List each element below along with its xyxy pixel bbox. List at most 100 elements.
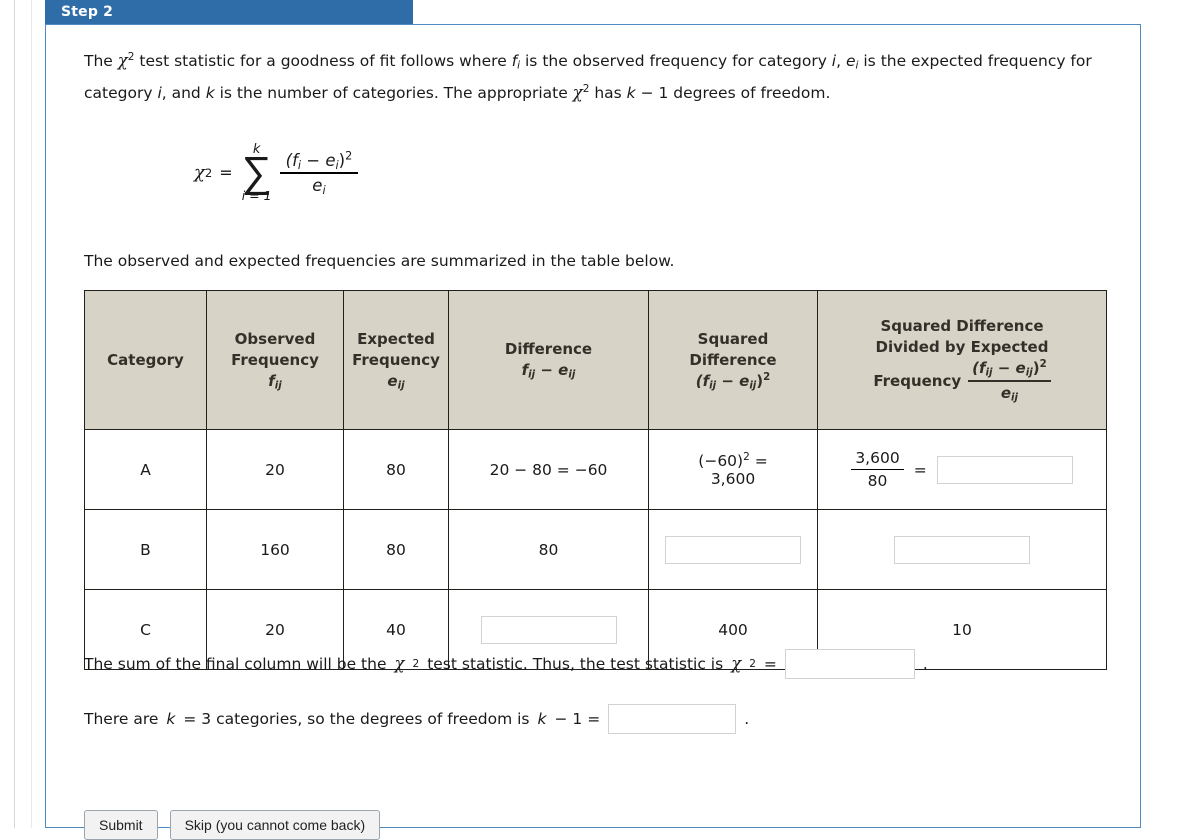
cell-squared-b [648,509,818,590]
cell-squared-a-line2: 3,600 [710,469,756,488]
sum-chi-2: χ [731,653,742,673]
input-test-statistic[interactable] [784,648,915,679]
input-degrees-of-freedom[interactable] [608,703,737,734]
header-expected-line1: Expected [357,329,435,348]
header-squared-line1: Squared [697,329,769,348]
page-left-rule-secondary [31,0,32,828]
header-observed-frequency: Observed Frequency fij [206,290,344,430]
formula-fraction: (fi − ei)2 ei [279,151,359,196]
intro-text-7: is the number of categories. The appropr… [214,84,573,102]
intro-text-4: , [836,52,846,70]
sum-text-3: = [763,654,777,673]
den-e: e [312,175,323,195]
formula-equals: = [219,163,233,183]
header-sqdiv-num-close: ) [1032,359,1040,378]
cell-squared-a-base: (−60) [698,451,744,470]
formula-numerator: (fi − ei)2 [280,151,359,172]
df-text-2: = 3 categories, so the degrees of freedo… [183,709,530,728]
header-observed-symbol-sub: ij [274,380,282,392]
chi-symbol-1: χ [117,51,128,70]
cell-expected-b: 80 [343,509,449,590]
header-difference-symbol: fij − eij [455,360,642,381]
step-content-panel: The χ 2 test statistic for a goodness of … [45,24,1141,840]
intro-text-6: , and [161,84,206,102]
cell-difference-b: 80 [448,509,649,590]
header-sqdiv-den-sub: ij [1011,392,1018,404]
header-observed-line1: Observed [234,329,316,348]
intro-text-2: test statistic for a goodness of fit fol… [134,52,512,70]
intro-paragraph: The χ2 test statistic for a goodness of … [84,45,1106,109]
header-category-label: Category [107,350,184,369]
header-sqdiv-num-op: − [992,359,1016,378]
header-difference-e-sub: ij [568,369,576,381]
sum-chi-1: χ [394,653,405,673]
input-sqdiv-a[interactable] [936,455,1073,484]
num-minus: − [301,151,326,171]
step-banner: Step 2 [45,0,413,24]
header-difference-op: − [535,361,559,379]
cell-sqdiv-a-fraction: 3,600 80 [851,448,904,490]
header-squared-over-expected: Squared Difference Divided by Expected F… [817,290,1107,430]
df-period: . [744,709,750,728]
input-sqdiv-b[interactable] [894,535,1030,564]
intro-text-1: The [84,52,118,70]
header-sqdiv-num-sub1: ij [985,367,993,379]
formula-lhs-chi: χ [194,162,205,184]
header-expected-line2: Frequency [352,350,440,369]
cell-squared-a-line1: (−60)2 = [655,450,811,470]
df-text-3: − 1 = [554,709,601,728]
header-difference-label: Difference [504,340,593,358]
cell-squared-a-equals: = [749,451,768,470]
cell-sqdiv-a-numerator: 3,600 [855,448,900,467]
footer-button-row: Submit Skip (you cannot come back) [84,810,381,840]
formula-denominator: ei [306,174,331,196]
header-sqdiv-frequency-label: Frequency [873,371,962,390]
chi-symbol-2: χ [572,83,583,102]
header-sqdiv-line3-wrap: Frequency (fij − eij)2 eij [824,358,1100,404]
chi-square-formula: χ 2 = k ∑ i = 1 (fi − ei)2 ei [194,143,359,203]
header-sqdiv-fraction: (fij − eij)2 eij [968,358,1051,404]
num-exponent: 2 [345,149,353,163]
summation-lower-limit: i = 1 [241,188,272,204]
intro-text-3: is the observed frequency for category [520,52,832,70]
skip-button[interactable]: Skip (you cannot come back) [169,810,381,840]
df-sentence-inline: There are k = 3 categories, so the degre… [84,703,749,735]
num-e: e [325,151,336,171]
cell-expected-a: 80 [343,429,449,510]
header-expected-symbol-sub: ij [397,380,405,392]
submit-button[interactable]: Submit [84,810,158,840]
header-observed-symbol: fij [213,371,337,392]
intro-text-8: has [589,84,627,102]
header-squared-line2: Difference [689,350,777,369]
df-k-2: k [537,709,547,728]
summation-operator: k ∑ i = 1 [242,143,272,203]
sum-sentence-inline: The sum of the final column will be the … [84,648,928,680]
cell-sqdiv-b [817,509,1107,590]
frequency-table: Category Observed Frequency fij Expected… [84,290,1107,670]
header-sqdiv-numerator: (fij − eij)2 [968,358,1051,380]
header-difference: Difference fij − eij [448,290,649,430]
header-sqdiv-num-e: e [1015,359,1026,378]
header-sqdiv-den-e: e [1000,383,1011,402]
header-difference-e: e [558,361,569,379]
cell-sqdiv-a: 3,600 80 = [817,429,1107,510]
step-label: Step 2 [61,4,114,20]
input-squared-b[interactable] [665,535,801,564]
intro-text-9: − 1 degrees of freedom. [635,84,831,102]
df-text-1: There are [84,709,159,728]
header-expected-symbol: eij [350,371,442,392]
header-sqdiv-line2: Divided by Expected [875,338,1049,357]
cell-squared-a-exponent: 2 [743,450,750,463]
cell-difference-a: 20 − 80 = −60 [448,429,649,510]
header-expected-symbol-e: e [387,371,398,390]
table-intro-paragraph: The observed and expected frequencies ar… [84,252,675,270]
cell-sqdiv-a-row: 3,600 80 = [824,448,1100,490]
input-difference-c[interactable] [480,615,617,644]
cell-sqdiv-a-equals: = [913,460,927,479]
header-squared-exponent: 2 [763,371,771,383]
cell-observed-b: 160 [206,509,344,590]
table-row: B 160 80 80 [84,509,1107,590]
header-squared-symbol: (fij − eij)2 [655,371,811,392]
header-squared-difference: Squared Difference (fij − eij)2 [648,290,818,430]
header-category: Category [84,290,207,430]
